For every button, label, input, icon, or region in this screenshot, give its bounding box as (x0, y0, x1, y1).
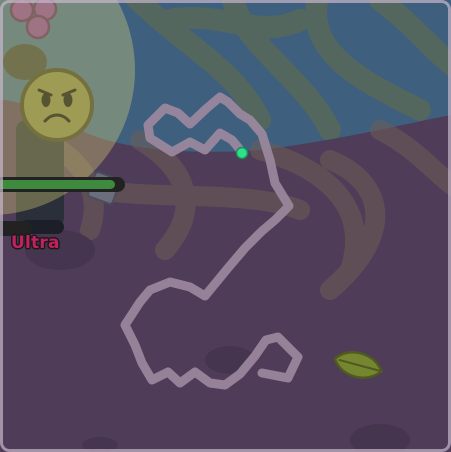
portal-dot-icon[interactable] (235, 146, 249, 160)
game-viewport[interactable]: Ultra (0, 0, 451, 452)
mob-health-bar (0, 177, 125, 192)
rarity-label: Ultra (11, 233, 60, 253)
game-world[interactable] (0, 0, 451, 452)
